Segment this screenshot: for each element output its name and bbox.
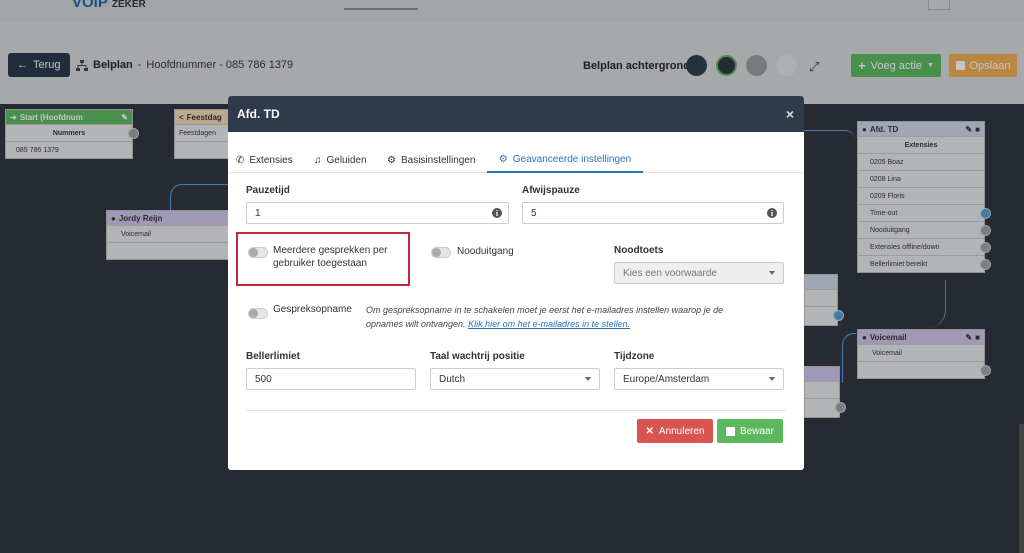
tab-geluiden[interactable]: ♫ Geluiden xyxy=(314,148,367,173)
afwijspauze-input[interactable]: 5 i xyxy=(522,202,784,224)
set-email-link[interactable]: Klik hier om het e-mailadres in te stell… xyxy=(468,319,630,329)
nooduitgang-label: Nooduitgang xyxy=(457,246,514,257)
close-icon: ✕ xyxy=(645,425,654,437)
tijdzone-value: Europe/Amsterdam xyxy=(623,373,710,385)
bewaar-label: Bewaar xyxy=(740,425,774,437)
gespreksopname-hint: Om gespreksopname in te schakelen moet j… xyxy=(366,305,724,329)
noodtoets-select[interactable]: Kies een voorwaarde xyxy=(614,262,784,284)
music-icon: ♫ xyxy=(314,155,322,166)
noodtoets-label: Noodtoets xyxy=(614,245,664,256)
caret-down-icon xyxy=(769,271,775,275)
phone-icon: ✆ xyxy=(236,155,245,166)
taal-value: Dutch xyxy=(439,373,466,385)
bellerlimiet-input[interactable]: 500 xyxy=(246,368,416,390)
tijdzone-label: Tijdzone xyxy=(614,351,655,362)
pauzetijd-value: 1 xyxy=(255,207,261,219)
info-icon: i xyxy=(767,208,777,218)
info-addon: i xyxy=(761,203,783,223)
close-icon[interactable]: × xyxy=(786,106,794,122)
gespreksopname-label: Gespreksopname xyxy=(273,304,352,315)
gear-icon: ⚙ xyxy=(498,154,508,165)
nooduitgang-toggle[interactable] xyxy=(431,247,451,258)
afwijspauze-value: 5 xyxy=(531,207,537,219)
afwijspauze-label: Afwijspauze xyxy=(522,185,580,196)
gespreksopname-toggle[interactable] xyxy=(248,308,268,319)
noodtoets-placeholder: Kies een voorwaarde xyxy=(623,267,717,279)
bellerlimiet-label: Bellerlimiet xyxy=(246,351,300,362)
info-icon: i xyxy=(492,208,502,218)
highlight-box xyxy=(236,232,410,286)
caret-down-icon xyxy=(585,377,591,381)
bewaar-button[interactable]: Bewaar xyxy=(717,419,783,443)
gear-icon: ⚙ xyxy=(387,155,396,166)
cancel-button[interactable]: ✕ Annuleren xyxy=(637,419,713,443)
cancel-label: Annuleren xyxy=(658,425,705,437)
tab-geavanceerde-instellingen[interactable]: ⚙ Geavanceerde instellingen xyxy=(487,148,643,173)
modal-tabs: ✆ Extensies ♫ Geluiden ⚙ Basisinstelling… xyxy=(228,148,804,173)
tab-basisinstellingen[interactable]: ⚙ Basisinstellingen xyxy=(387,148,475,173)
taal-select[interactable]: Dutch xyxy=(430,368,600,390)
modal-title: Afd. TD xyxy=(237,107,280,121)
modal-header: Afd. TD × xyxy=(228,96,804,132)
floppy-icon xyxy=(726,426,736,436)
bellerlimiet-value: 500 xyxy=(255,373,272,385)
tab-extensies[interactable]: ✆ Extensies xyxy=(236,148,293,173)
pauzetijd-label: Pauzetijd xyxy=(246,185,290,196)
divider xyxy=(246,410,786,411)
tijdzone-select[interactable]: Europe/Amsterdam xyxy=(614,368,784,390)
taal-label: Taal wachtrij positie xyxy=(430,351,525,362)
pauzetijd-input[interactable]: 1 i xyxy=(246,202,509,224)
info-addon: i xyxy=(486,203,508,223)
caret-down-icon xyxy=(769,377,775,381)
